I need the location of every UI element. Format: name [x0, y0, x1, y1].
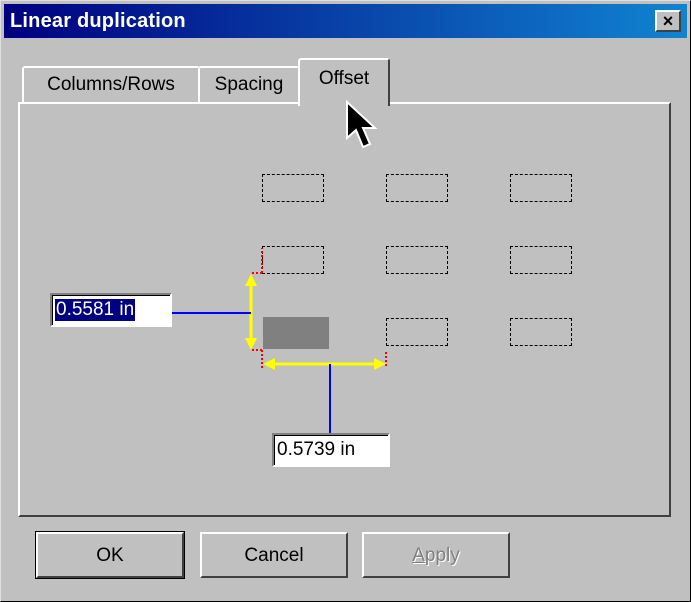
- vertical-offset-input[interactable]: 0.5581 in: [50, 293, 172, 327]
- tab-spacing-label: Spacing: [214, 74, 284, 95]
- tab-columns-rows[interactable]: Columns/Rows: [22, 66, 200, 104]
- horizontal-offset-value: 0.5739 in: [277, 439, 356, 460]
- title-bar: Linear duplication ×: [4, 4, 687, 38]
- tab-spacing[interactable]: Spacing: [198, 66, 300, 104]
- dialog-title: Linear duplication: [10, 10, 186, 32]
- tab-offset[interactable]: Offset: [298, 58, 390, 106]
- close-icon: ×: [662, 11, 674, 31]
- tab-offset-label: Offset: [318, 68, 370, 89]
- ok-button[interactable]: OK: [36, 532, 184, 578]
- cancel-button[interactable]: Cancel: [200, 532, 348, 578]
- apply-button[interactable]: Apply: [362, 532, 510, 578]
- cancel-button-label: Cancel: [244, 545, 304, 566]
- horizontal-offset-input[interactable]: 0.5739 in: [272, 433, 390, 467]
- apply-button-label: Apply: [412, 545, 460, 566]
- close-button[interactable]: ×: [655, 10, 681, 32]
- arrow-cursor-icon: [346, 100, 378, 149]
- vertical-offset-value: 0.5581 in: [55, 299, 136, 321]
- tab-columns-rows-label: Columns/Rows: [47, 74, 175, 95]
- ok-button-label: OK: [96, 545, 124, 566]
